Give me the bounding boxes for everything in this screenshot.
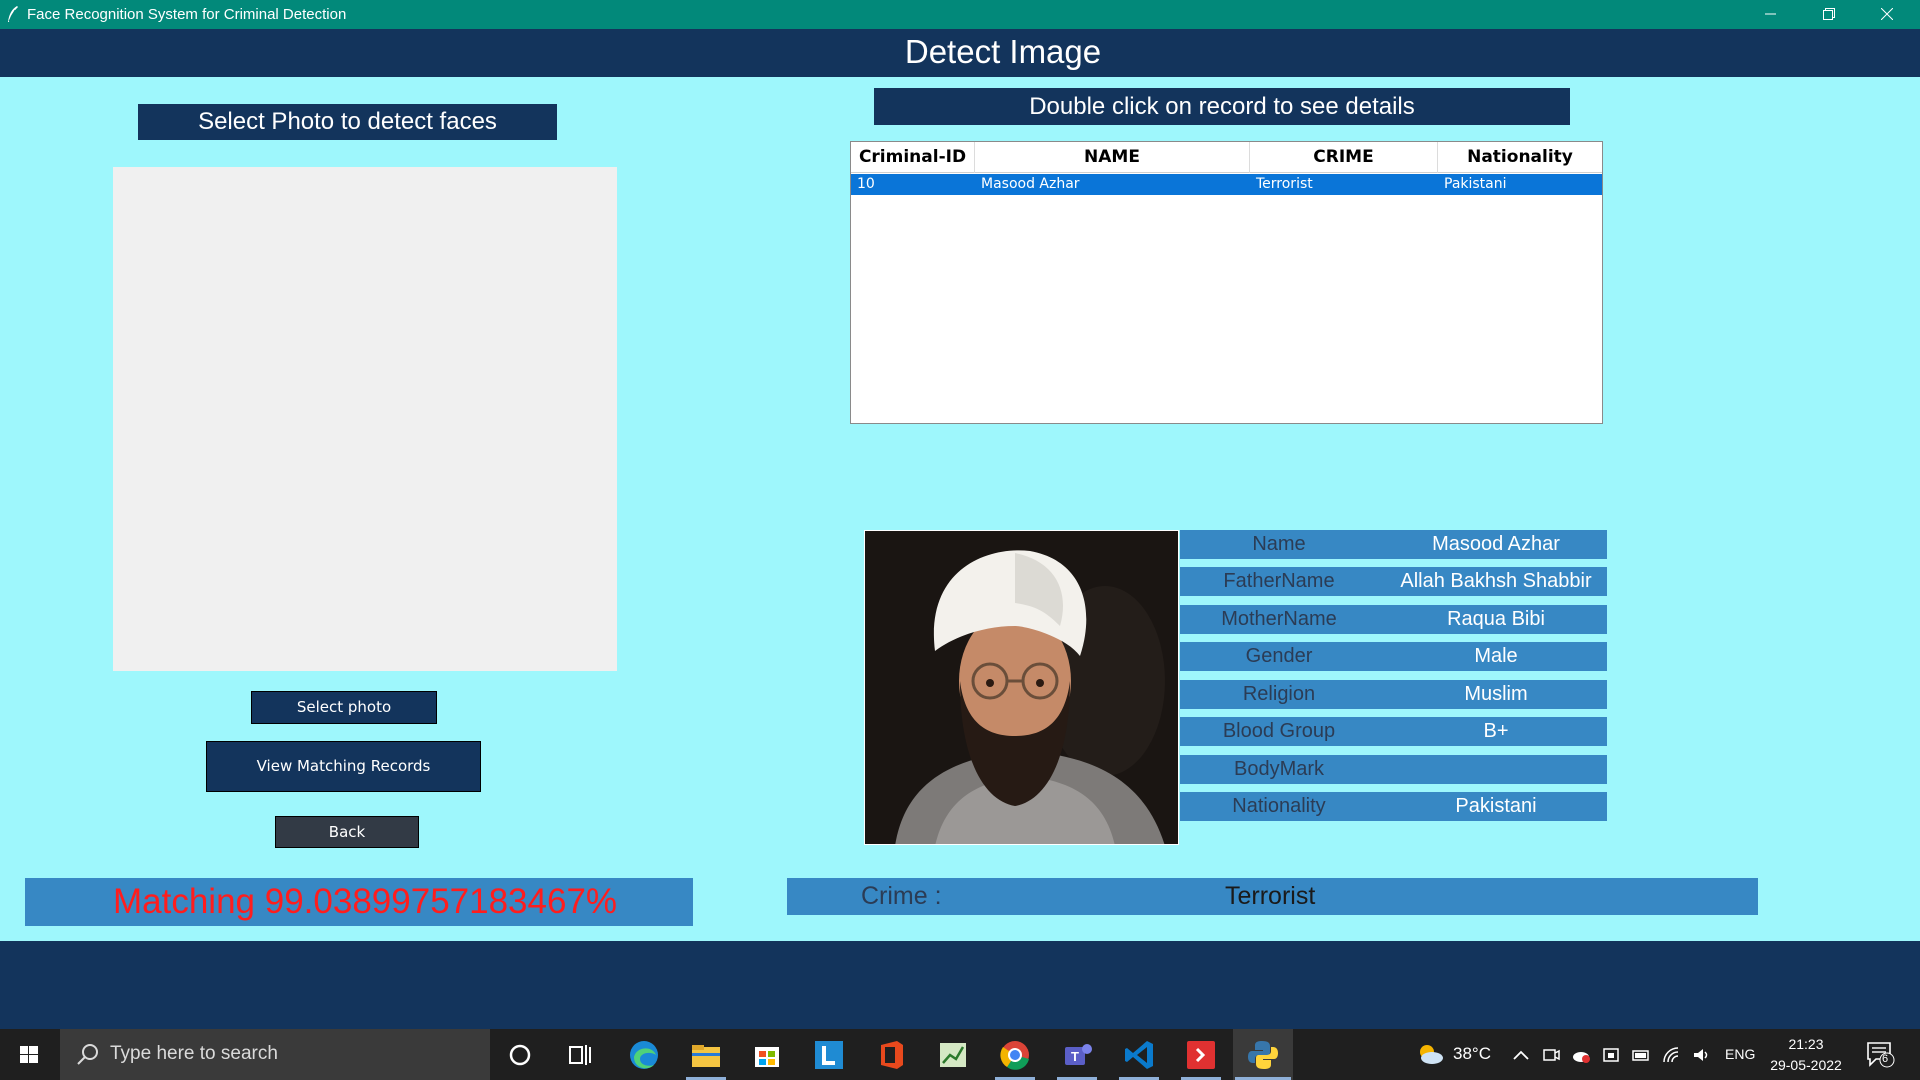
close-button[interactable]: [1858, 0, 1916, 29]
detail-row-religion: Religion Muslim: [1180, 680, 1607, 709]
file-explorer-icon[interactable]: [688, 1037, 724, 1073]
chrome-icon[interactable]: [997, 1037, 1033, 1073]
crime-bar: Crime : Terrorist: [787, 878, 1758, 915]
clock-time: 21:23: [1788, 1036, 1824, 1052]
svg-text:T: T: [1071, 1049, 1079, 1064]
column-header-nationality[interactable]: Nationality: [1438, 142, 1602, 173]
chart-app-icon[interactable]: [935, 1037, 971, 1073]
crime-value: Terrorist: [1225, 882, 1316, 910]
view-matching-records-button[interactable]: View Matching Records: [206, 741, 481, 792]
detail-label: Nationality: [1232, 795, 1326, 817]
onedrive-error-icon[interactable]: [1572, 1046, 1590, 1064]
window-title-bar: Face Recognition System for Criminal Det…: [0, 0, 1920, 29]
vscode-icon[interactable]: [1121, 1037, 1157, 1073]
portrait-image: [865, 531, 1178, 844]
detail-value: Male: [1474, 645, 1518, 667]
office-icon[interactable]: [873, 1037, 909, 1073]
instruction-label: Double click on record to see details: [874, 88, 1570, 125]
column-header-name[interactable]: NAME: [975, 142, 1250, 173]
wifi-icon[interactable]: [1662, 1046, 1680, 1064]
detail-row-blood-group: Blood Group B+: [1180, 717, 1607, 746]
teams-icon[interactable]: T: [1059, 1037, 1095, 1073]
clock-date: 29-05-2022: [1770, 1057, 1842, 1073]
cortana-icon[interactable]: [502, 1037, 538, 1073]
photo-preview-area: [113, 167, 617, 671]
taskbar: Type here to search T 38°C ENG 21:23 29-…: [0, 1029, 1920, 1080]
security-icon[interactable]: [1602, 1046, 1620, 1064]
select-photo-label: Select Photo to detect faces: [138, 104, 557, 140]
detail-label: FatherName: [1223, 570, 1335, 592]
python-icon[interactable]: [1245, 1037, 1281, 1073]
detail-row-fathername: FatherName Allah Bakhsh Shabbir: [1180, 567, 1607, 596]
notification-count: 6: [1882, 1053, 1889, 1065]
detail-row-mothername: MotherName Raqua Bibi: [1180, 605, 1607, 634]
notification-center-button[interactable]: 6: [1866, 1041, 1896, 1074]
detail-label: Name: [1252, 533, 1306, 555]
taskbar-search[interactable]: Type here to search: [60, 1029, 490, 1080]
camera-icon[interactable]: [1542, 1046, 1560, 1064]
detail-row-bodymark: BodyMark: [1180, 755, 1607, 784]
cell-crime: Terrorist: [1256, 176, 1313, 192]
language-indicator[interactable]: ENG: [1725, 1046, 1755, 1062]
minimize-icon: [1765, 13, 1776, 15]
footer-strip: [0, 941, 1920, 1029]
battery-icon[interactable]: [1632, 1046, 1650, 1064]
table-header: Criminal-ID NAME CRIME Nationality: [851, 142, 1602, 173]
notification-icon: [1867, 1042, 1895, 1068]
column-header-crime[interactable]: CRIME: [1250, 142, 1438, 173]
chevron-up-icon[interactable]: [1512, 1046, 1530, 1064]
table-row[interactable]: 10 Masood Azhar Terrorist Pakistani: [851, 174, 1602, 195]
back-button[interactable]: Back: [275, 816, 419, 848]
matching-percentage: Matching 99.03899757183467%: [25, 878, 693, 926]
detail-value: Allah Bakhsh Shabbir: [1400, 570, 1592, 592]
records-table[interactable]: Criminal-ID NAME CRIME Nationality 10 Ma…: [850, 141, 1603, 424]
start-button[interactable]: [0, 1029, 58, 1080]
criminal-photo: [864, 530, 1179, 845]
detail-row-gender: Gender Male: [1180, 642, 1607, 671]
window-title: Face Recognition System for Criminal Det…: [27, 6, 347, 23]
detail-label: Gender: [1245, 645, 1313, 667]
volume-icon[interactable]: [1692, 1046, 1710, 1064]
cell-name: Masood Azhar: [981, 176, 1080, 192]
detail-label: MotherName: [1221, 608, 1337, 630]
detail-value: Muslim: [1464, 683, 1528, 705]
weather-icon[interactable]: [1416, 1042, 1444, 1066]
git-icon[interactable]: [1183, 1037, 1219, 1073]
search-placeholder: Type here to search: [110, 1043, 278, 1064]
feather-icon: [8, 6, 18, 22]
detail-value: Pakistani: [1455, 795, 1537, 817]
minimize-button[interactable]: [1742, 0, 1800, 29]
app-l-icon[interactable]: [811, 1037, 847, 1073]
restore-button[interactable]: [1800, 0, 1858, 29]
select-photo-button[interactable]: Select photo: [251, 691, 437, 724]
cell-nationality: Pakistani: [1444, 176, 1507, 192]
page-title: Detect Image: [904, 33, 1102, 70]
search-icon: [77, 1044, 98, 1065]
detail-row-name: Name Masood Azhar: [1180, 530, 1607, 559]
detail-value: B+: [1483, 720, 1509, 742]
column-header-criminal-id[interactable]: Criminal-ID: [851, 142, 975, 173]
detail-label: Blood Group: [1222, 720, 1336, 742]
detail-label: Religion: [1242, 683, 1316, 705]
detail-row-nationality: Nationality Pakistani: [1180, 792, 1607, 821]
task-view-icon[interactable]: [562, 1037, 598, 1073]
restore-icon: [1823, 8, 1835, 20]
app-header: Detect Image: [0, 29, 1920, 77]
cell-criminal-id: 10: [857, 176, 875, 192]
detail-label: BodyMark: [1233, 758, 1325, 780]
store-icon[interactable]: [749, 1037, 785, 1073]
crime-label: Crime :: [861, 882, 942, 910]
detail-value: Raqua Bibi: [1447, 608, 1545, 630]
edge-icon[interactable]: [626, 1037, 662, 1073]
taskbar-clock[interactable]: 21:23 29-05-2022: [1766, 1034, 1846, 1076]
windows-logo-icon: [20, 1046, 38, 1063]
close-icon: [1881, 8, 1893, 20]
weather-temperature[interactable]: 38°C: [1453, 1044, 1491, 1064]
detail-value: Masood Azhar: [1432, 533, 1560, 555]
